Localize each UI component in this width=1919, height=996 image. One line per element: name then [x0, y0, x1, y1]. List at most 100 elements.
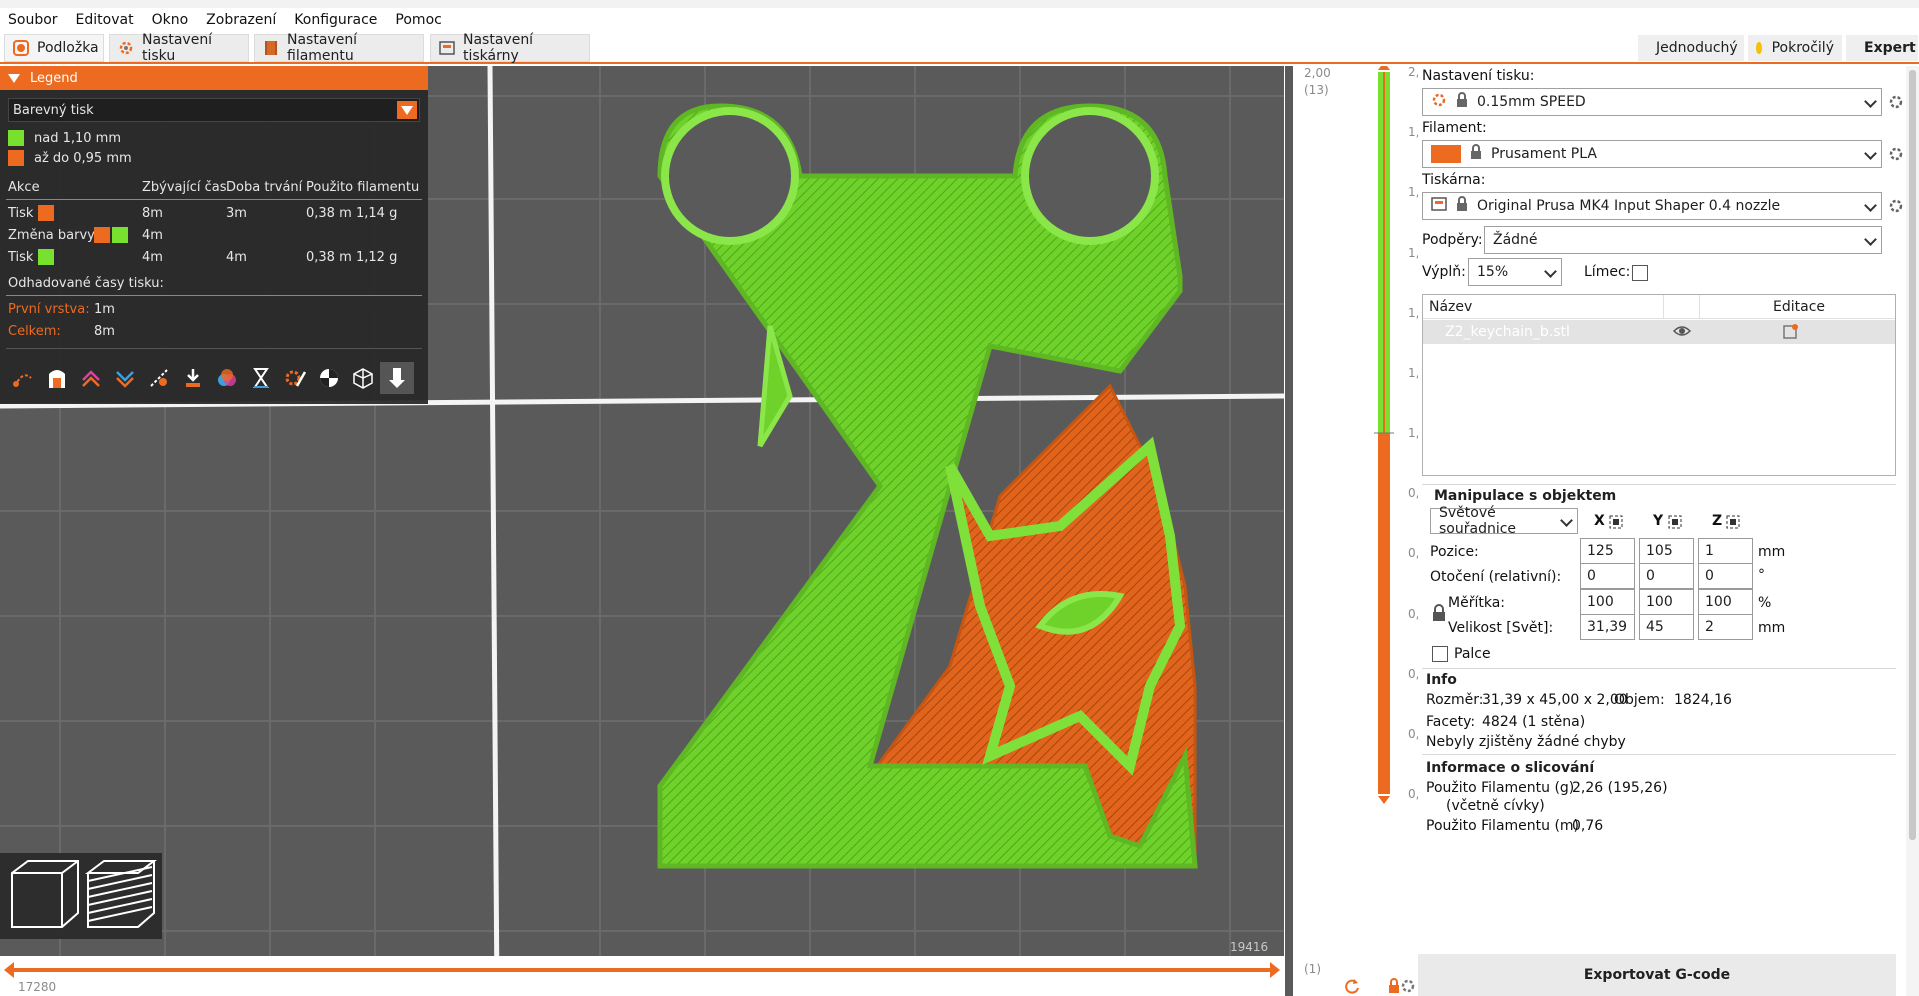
tool-marker-toggle[interactable] [380, 362, 414, 394]
menu-edit[interactable]: Editovat [76, 12, 134, 28]
layers-view-icon[interactable] [85, 860, 157, 928]
infill-select[interactable]: 15% [1468, 258, 1562, 286]
estimated-times-title: Odhadované časy tisku: [8, 276, 164, 291]
size-y-value: 45 [1646, 619, 1664, 635]
layer-bottom-index: (1) [1304, 962, 1321, 976]
menu-file[interactable]: Soubor [8, 12, 58, 28]
tool-changes-toggle[interactable] [176, 362, 210, 394]
horizontal-move-slider[interactable]: 17280 19416 [0, 940, 1284, 996]
drop-to-bed-y-icon[interactable] [1668, 515, 1682, 533]
scale-unit: % [1758, 595, 1772, 611]
size-z-input[interactable]: 2 [1698, 614, 1753, 640]
object-row[interactable]: Z2_keychain_b.stl [1423, 320, 1895, 344]
supports-label: Podpěry: [1422, 232, 1483, 248]
mode-advanced-button[interactable]: Pokročilý [1748, 35, 1842, 61]
center-of-gravity-toggle[interactable] [312, 362, 346, 394]
export-gcode-button[interactable]: Exportovat G-code [1418, 954, 1896, 996]
layer-slider-track [1374, 66, 1394, 804]
legend-row-length: 0,38 m [306, 250, 352, 265]
tab-printer-settings[interactable]: Nastavení tiskárny [430, 32, 590, 64]
position-z-input[interactable]: 1 [1698, 538, 1753, 564]
filament-color-swatch[interactable] [1431, 145, 1461, 163]
orange-swatch [38, 205, 54, 221]
legend-header[interactable]: Legend [0, 66, 428, 90]
brim-label: Límec: [1584, 264, 1631, 280]
eye-icon[interactable] [1672, 324, 1692, 342]
print-profile-value: 0.15mm SPEED [1477, 94, 1586, 110]
tab-print-settings[interactable]: Nastavení tisku [109, 32, 249, 64]
undo-arrow-icon[interactable] [1344, 978, 1360, 996]
prusaslicer-window: Soubor Editovat Okno Zobrazení Konfigura… [0, 0, 1919, 996]
edit-settings-icon[interactable] [1783, 323, 1799, 343]
scale-y-value: 100 [1646, 594, 1673, 610]
rotation-x-input[interactable]: 0 [1580, 563, 1635, 589]
3d-view-icon[interactable] [11, 860, 79, 928]
rotation-y-input[interactable]: 0 [1639, 563, 1694, 589]
position-z-value: 1 [1705, 543, 1714, 559]
sidebar-scrollbar[interactable] [1906, 66, 1919, 996]
brim-checkbox[interactable] [1632, 265, 1648, 281]
inches-label: Palce [1454, 646, 1491, 662]
menu-view[interactable]: Zobrazení [206, 12, 276, 28]
header-divider [1699, 295, 1700, 319]
print-settings-gear-icon[interactable] [1888, 94, 1904, 114]
printer-profile-select[interactable]: Original Prusa MK4 Input Shaper 0.4 nozz… [1422, 192, 1882, 220]
legend-row-action: Změna barvy [8, 228, 95, 243]
supports-select[interactable]: Žádné [1484, 226, 1882, 254]
filament-settings-gear-icon[interactable] [1888, 146, 1904, 166]
tab-plater-label: Podložka [37, 40, 99, 56]
drop-to-bed-x-icon[interactable] [1609, 515, 1623, 533]
vertical-layer-slider[interactable]: 2,00 (13) 2,001,851,701,551,401,251,100,… [1284, 65, 1435, 996]
tool-change-icon [186, 369, 200, 387]
position-y-input[interactable]: 105 [1639, 538, 1694, 564]
scale-z-input[interactable]: 100 [1698, 589, 1753, 615]
horizontal-slider-track [4, 962, 1280, 978]
seams-toggle[interactable] [142, 362, 176, 394]
position-x-input[interactable]: 125 [1580, 538, 1635, 564]
seams-icon [150, 369, 168, 387]
color-changes-toggle[interactable] [210, 362, 244, 394]
filament-profile-select[interactable]: Prusament PLA [1422, 140, 1882, 168]
rotation-z-input[interactable]: 0 [1698, 563, 1753, 589]
printer-label: Tiskárna: [1422, 172, 1486, 188]
menu-configuration[interactable]: Konfigurace [294, 12, 377, 28]
first-layer-value: 1m [94, 302, 115, 317]
tab-plater[interactable]: Podložka [4, 34, 104, 62]
print-profile-select[interactable]: 0.15mm SPEED [1422, 88, 1882, 116]
wipe-toggle[interactable] [40, 362, 74, 394]
sidebar-scrollbar-thumb[interactable] [1909, 70, 1916, 840]
scale-lock-icon[interactable] [1432, 604, 1446, 626]
travel-toggle[interactable] [6, 362, 40, 394]
dropdown-arrow-icon [397, 101, 417, 119]
mode-expert-label: Expert [1864, 40, 1916, 56]
object-list-col-name[interactable]: Název [1429, 299, 1472, 315]
legend-row-duration: 4m [226, 250, 247, 265]
export-gcode-label: Exportovat G-code [1583, 967, 1731, 983]
retractions-icon [82, 370, 100, 387]
slider-settings-gear-icon[interactable] [1400, 978, 1416, 996]
scale-x-input[interactable]: 100 [1580, 589, 1635, 615]
legend-range-upper-label: nad 1,10 mm [34, 130, 121, 146]
size-x-input[interactable]: 31,39 [1580, 614, 1635, 640]
tab-filament-settings[interactable]: Nastavení filamentu [254, 32, 424, 64]
drop-to-bed-z-icon[interactable] [1726, 515, 1740, 533]
inches-checkbox[interactable] [1432, 646, 1448, 662]
mode-expert-button[interactable]: Expert [1846, 35, 1918, 61]
retractions-toggle[interactable] [74, 362, 108, 394]
custom-gcodes-toggle[interactable] [278, 362, 312, 394]
menu-window[interactable]: Okno [152, 12, 189, 28]
printer-settings-gear-icon[interactable] [1888, 198, 1904, 218]
size-y-input[interactable]: 45 [1639, 614, 1694, 640]
mode-simple-button[interactable]: Jednoduchý [1638, 35, 1744, 61]
pause-prints-toggle[interactable] [244, 362, 278, 394]
menu-help[interactable]: Pomoc [395, 12, 441, 28]
object-list-col-edit[interactable]: Editace [1773, 299, 1825, 315]
deretractions-toggle[interactable] [108, 362, 142, 394]
scale-y-input[interactable]: 100 [1639, 589, 1694, 615]
coordinates-select[interactable]: Světové souřadnice [1430, 505, 1578, 537]
shells-toggle[interactable] [346, 362, 380, 394]
view-type-select[interactable]: Barevný tisk [8, 98, 420, 122]
print-settings-label: Nastavení tisku: [1422, 68, 1535, 84]
tab-filament-settings-label: Nastavení filamentu [287, 32, 358, 64]
position-label: Pozice: [1430, 544, 1479, 560]
